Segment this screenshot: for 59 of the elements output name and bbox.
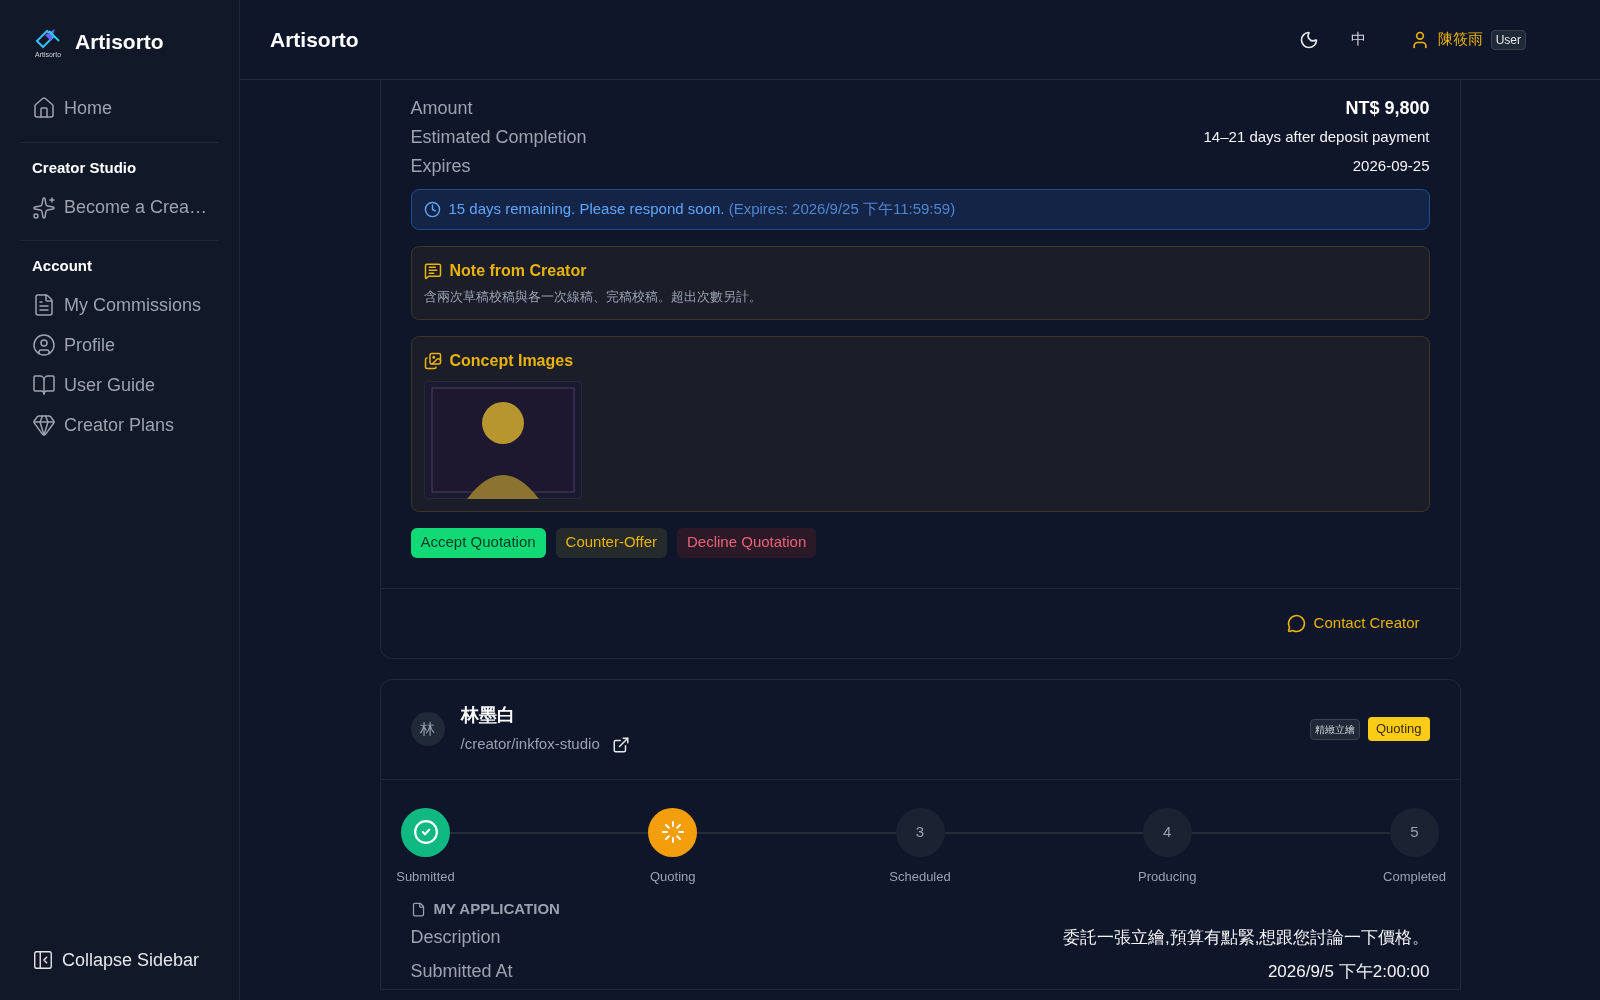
field-value: NT$ 9,800 bbox=[1345, 97, 1430, 120]
note-icon bbox=[423, 262, 442, 280]
clock-icon bbox=[423, 201, 441, 218]
step-label: Completed bbox=[1383, 867, 1446, 886]
contact-creator-link[interactable]: Contact Creator bbox=[1286, 611, 1420, 635]
step-label: Quoting bbox=[649, 867, 696, 886]
chat-icon bbox=[1286, 613, 1306, 633]
brand-name: Artisorto bbox=[75, 29, 164, 56]
field-label: Estimated Completion bbox=[410, 126, 587, 149]
field-value: 2026-09-25 bbox=[1352, 156, 1430, 177]
moon-icon bbox=[1298, 29, 1319, 50]
sidebar-item[interactable]: Profile bbox=[20, 325, 219, 365]
external-link-icon[interactable] bbox=[611, 735, 630, 754]
role-tag: User bbox=[1490, 29, 1526, 50]
user-name[interactable]: 陳筱雨 bbox=[1437, 28, 1483, 51]
step-label: Producing bbox=[1137, 867, 1197, 886]
sidebar-item[interactable]: My Commissions bbox=[20, 285, 219, 325]
images-icon bbox=[423, 351, 442, 370]
document-icon bbox=[410, 901, 426, 917]
concept-title: Concept Images bbox=[449, 350, 574, 371]
section-title: MY APPLICATION bbox=[433, 899, 560, 919]
avatar: 林 bbox=[410, 712, 445, 746]
sidebar-item[interactable]: Home bbox=[20, 88, 219, 128]
note-text: 含兩次草稿校稿與各一次線稿、完稿校稿。超出次數另計。 bbox=[423, 288, 763, 306]
section-heading: Creator Studio bbox=[31, 158, 138, 178]
home-icon bbox=[32, 96, 56, 120]
spinner-icon bbox=[660, 820, 685, 844]
action-button[interactable]: Decline Quotation bbox=[677, 527, 817, 558]
field-value: 2026/9/5 下午2:00:00 bbox=[1267, 960, 1430, 983]
creator-path: /creator/inkfox-studio bbox=[460, 734, 600, 755]
sidebar-item[interactable]: User Guide bbox=[20, 365, 219, 405]
field-label: Submitted At bbox=[410, 960, 513, 983]
field-label: Amount bbox=[410, 97, 473, 120]
step-label: Submitted bbox=[396, 867, 455, 886]
action-button[interactable]: Counter-Offer bbox=[555, 527, 667, 558]
diamond-icon bbox=[32, 413, 56, 437]
user-icon bbox=[32, 333, 56, 357]
sparkles-icon bbox=[32, 195, 56, 220]
document-icon bbox=[32, 293, 56, 317]
status-badge: Quoting bbox=[1367, 717, 1430, 741]
book-icon bbox=[32, 373, 56, 397]
alert-text: 15 days remaining. Please respond soon. (Expires: 2026/9/25 下午11:59:59) bbox=[448, 199, 956, 220]
field-label: Description bbox=[410, 926, 501, 949]
section-heading: Account bbox=[31, 255, 93, 276]
sidebar-item[interactable]: Become a Crea… bbox=[20, 187, 219, 228]
check-icon bbox=[412, 819, 439, 845]
collapse-sidebar-button[interactable]: Collapse Sidebar bbox=[20, 940, 212, 980]
language-toggle[interactable]: 中 bbox=[1346, 28, 1370, 51]
step-label: Scheduled bbox=[889, 867, 951, 886]
page-title: Artisorto bbox=[270, 26, 359, 53]
category-tag: 精緻立繪 bbox=[1309, 718, 1360, 740]
field-value: 14–21 days after deposit payment bbox=[1203, 127, 1430, 148]
field-label: Expires bbox=[410, 155, 471, 178]
creator-name: 林墨白 bbox=[460, 704, 516, 728]
action-button[interactable]: Accept Quotation bbox=[410, 527, 546, 558]
note-title: Note from Creator bbox=[449, 261, 587, 281]
sidebar-item[interactable]: Creator Plans bbox=[20, 405, 219, 445]
field-value: 委託一張立繪,預算有點緊,想跟您討論一下價格。 bbox=[1063, 926, 1430, 949]
collapse-icon bbox=[32, 949, 54, 971]
